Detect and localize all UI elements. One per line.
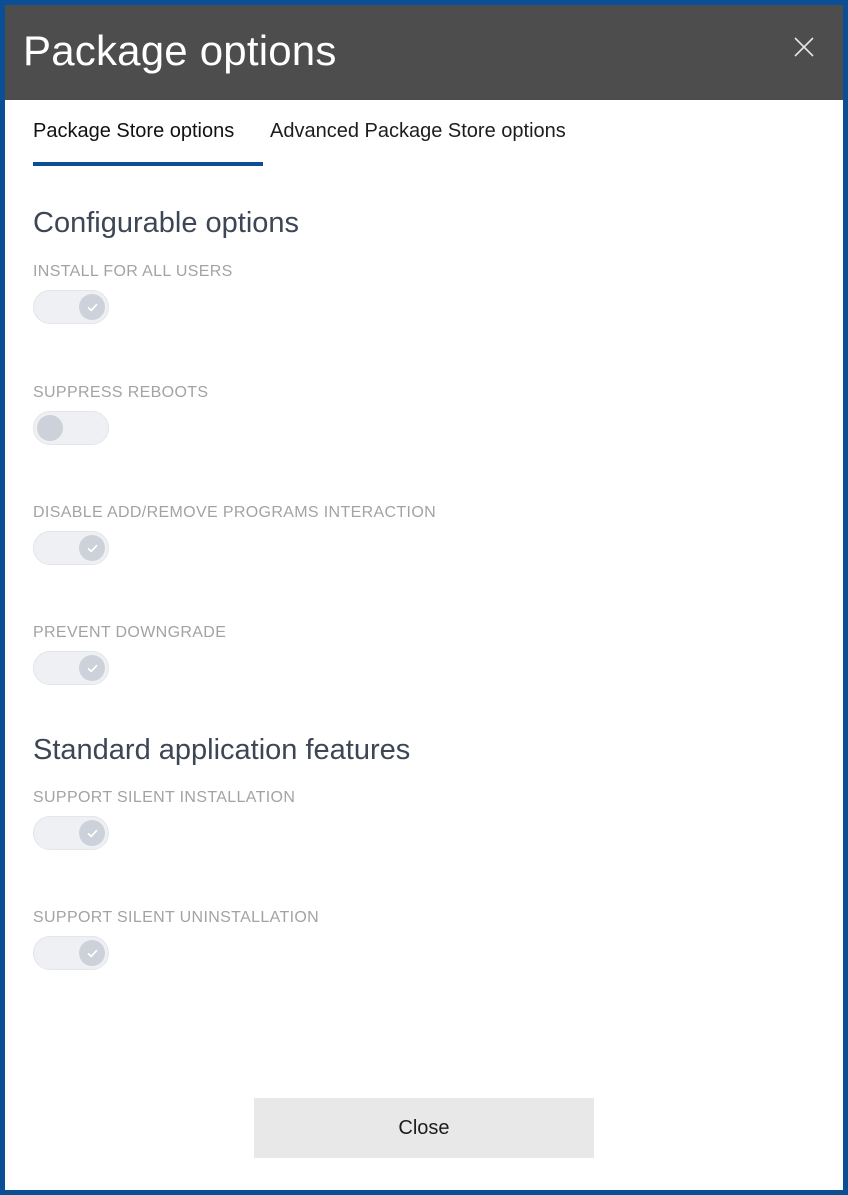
option-label: INSTALL FOR ALL USERS <box>33 263 233 280</box>
option-label: PREVENT DOWNGRADE <box>33 624 227 641</box>
options-content: Configurable options INSTALL FOR ALL USE… <box>5 170 843 1090</box>
option-support-silent-installation: SUPPORT SILENT INSTALLATION <box>33 788 295 850</box>
section-heading-standard-application-features: Standard application features <box>33 734 411 766</box>
toggle-suppress-reboots[interactable] <box>33 411 109 445</box>
option-prevent-downgrade: PREVENT DOWNGRADE <box>33 623 226 685</box>
toggle-knob <box>79 940 105 966</box>
toggle-knob <box>79 294 105 320</box>
dialog-footer: Close <box>5 1080 843 1190</box>
active-tab-indicator <box>33 162 263 166</box>
toggle-install-for-all-users[interactable] <box>33 290 109 324</box>
close-icon[interactable] <box>781 25 827 69</box>
package-options-dialog: Package options Package Store options Ad… <box>0 0 848 1195</box>
toggle-knob <box>79 820 105 846</box>
toggle-knob <box>79 535 105 561</box>
option-disable-add-remove-programs-interaction: DISABLE ADD/REMOVE PROGRAMS INTERACTION <box>33 503 436 565</box>
toggle-knob <box>37 415 63 441</box>
toggle-support-silent-installation[interactable] <box>33 816 109 850</box>
dialog-title: Package options <box>23 27 337 74</box>
titlebar: Package options <box>5 5 843 100</box>
tab-advanced-package-store-options[interactable]: Advanced Package Store options <box>270 118 566 156</box>
option-label: SUPPORT SILENT UNINSTALLATION <box>33 909 320 926</box>
toggle-disable-add-remove-programs-interaction[interactable] <box>33 531 109 565</box>
tab-package-store-options[interactable]: Package Store options <box>33 118 234 156</box>
option-label: SUPPRESS REBOOTS <box>33 384 209 401</box>
close-button[interactable]: Close <box>254 1098 594 1158</box>
tab-bar: Package Store options Advanced Package S… <box>5 100 843 170</box>
option-install-for-all-users: INSTALL FOR ALL USERS <box>33 262 233 324</box>
section-heading-configurable-options: Configurable options <box>33 207 300 239</box>
toggle-support-silent-uninstallation[interactable] <box>33 936 109 970</box>
option-support-silent-uninstallation: SUPPORT SILENT UNINSTALLATION <box>33 908 319 970</box>
toggle-prevent-downgrade[interactable] <box>33 651 109 685</box>
option-suppress-reboots: SUPPRESS REBOOTS <box>33 383 208 445</box>
toggle-knob <box>79 655 105 681</box>
option-label: DISABLE ADD/REMOVE PROGRAMS INTERACTION <box>33 504 437 521</box>
option-label: SUPPORT SILENT INSTALLATION <box>33 789 296 806</box>
